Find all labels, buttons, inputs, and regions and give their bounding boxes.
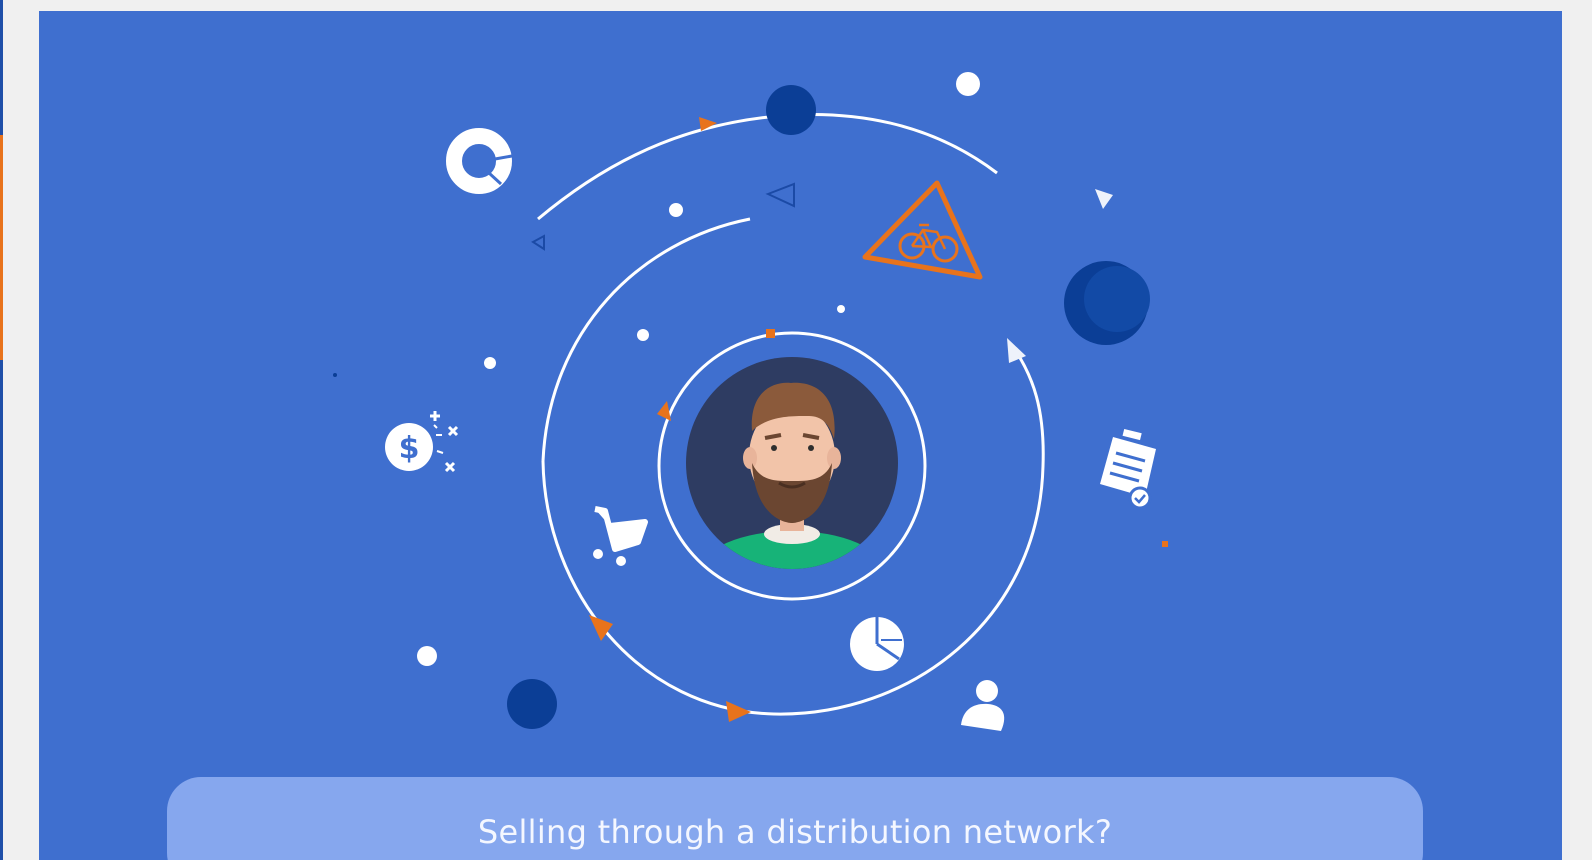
left-edge-accent	[0, 135, 3, 360]
white-dot	[417, 646, 437, 666]
outer-orbit-arc	[537, 112, 998, 221]
outline-triangle	[765, 182, 795, 208]
navy-planet	[507, 679, 557, 729]
dollar-coin-icon: $	[385, 411, 459, 473]
orbit-illustration: $	[333, 72, 1168, 731]
white-dot	[837, 305, 845, 313]
pie-chart-icon	[850, 617, 904, 671]
banner-question-text: Selling through a distribution network?	[477, 813, 1113, 851]
navy-planet	[766, 85, 816, 135]
customer-avatar	[686, 357, 898, 569]
distribution-question-banner[interactable]: Selling through a distribution network?	[167, 777, 1423, 860]
donut-chart-icon	[446, 128, 513, 194]
bicycle-warning-icon	[862, 180, 983, 280]
white-dot	[484, 357, 496, 369]
svg-text:$: $	[399, 431, 420, 466]
white-dot	[669, 203, 683, 217]
hero-illustration-panel: $ Selling through a distribution network…	[39, 11, 1562, 860]
navy-planet-highlight	[1084, 266, 1150, 332]
user-icon	[961, 680, 1005, 731]
shopping-cart-icon	[593, 506, 648, 566]
navy-speck	[333, 373, 337, 377]
outline-triangle	[531, 234, 545, 251]
checklist-document-icon	[1100, 428, 1156, 510]
white-triangle	[1095, 189, 1113, 209]
orbit-arrow-orange	[726, 701, 751, 722]
orbit-arrow-orange	[657, 401, 671, 421]
orange-dot	[1162, 541, 1168, 547]
white-dot	[956, 72, 980, 96]
orbit-marker-orange	[766, 329, 775, 338]
orbit-arrow-white	[1007, 338, 1026, 363]
left-edge-bar	[0, 0, 3, 860]
white-dot	[637, 329, 649, 341]
